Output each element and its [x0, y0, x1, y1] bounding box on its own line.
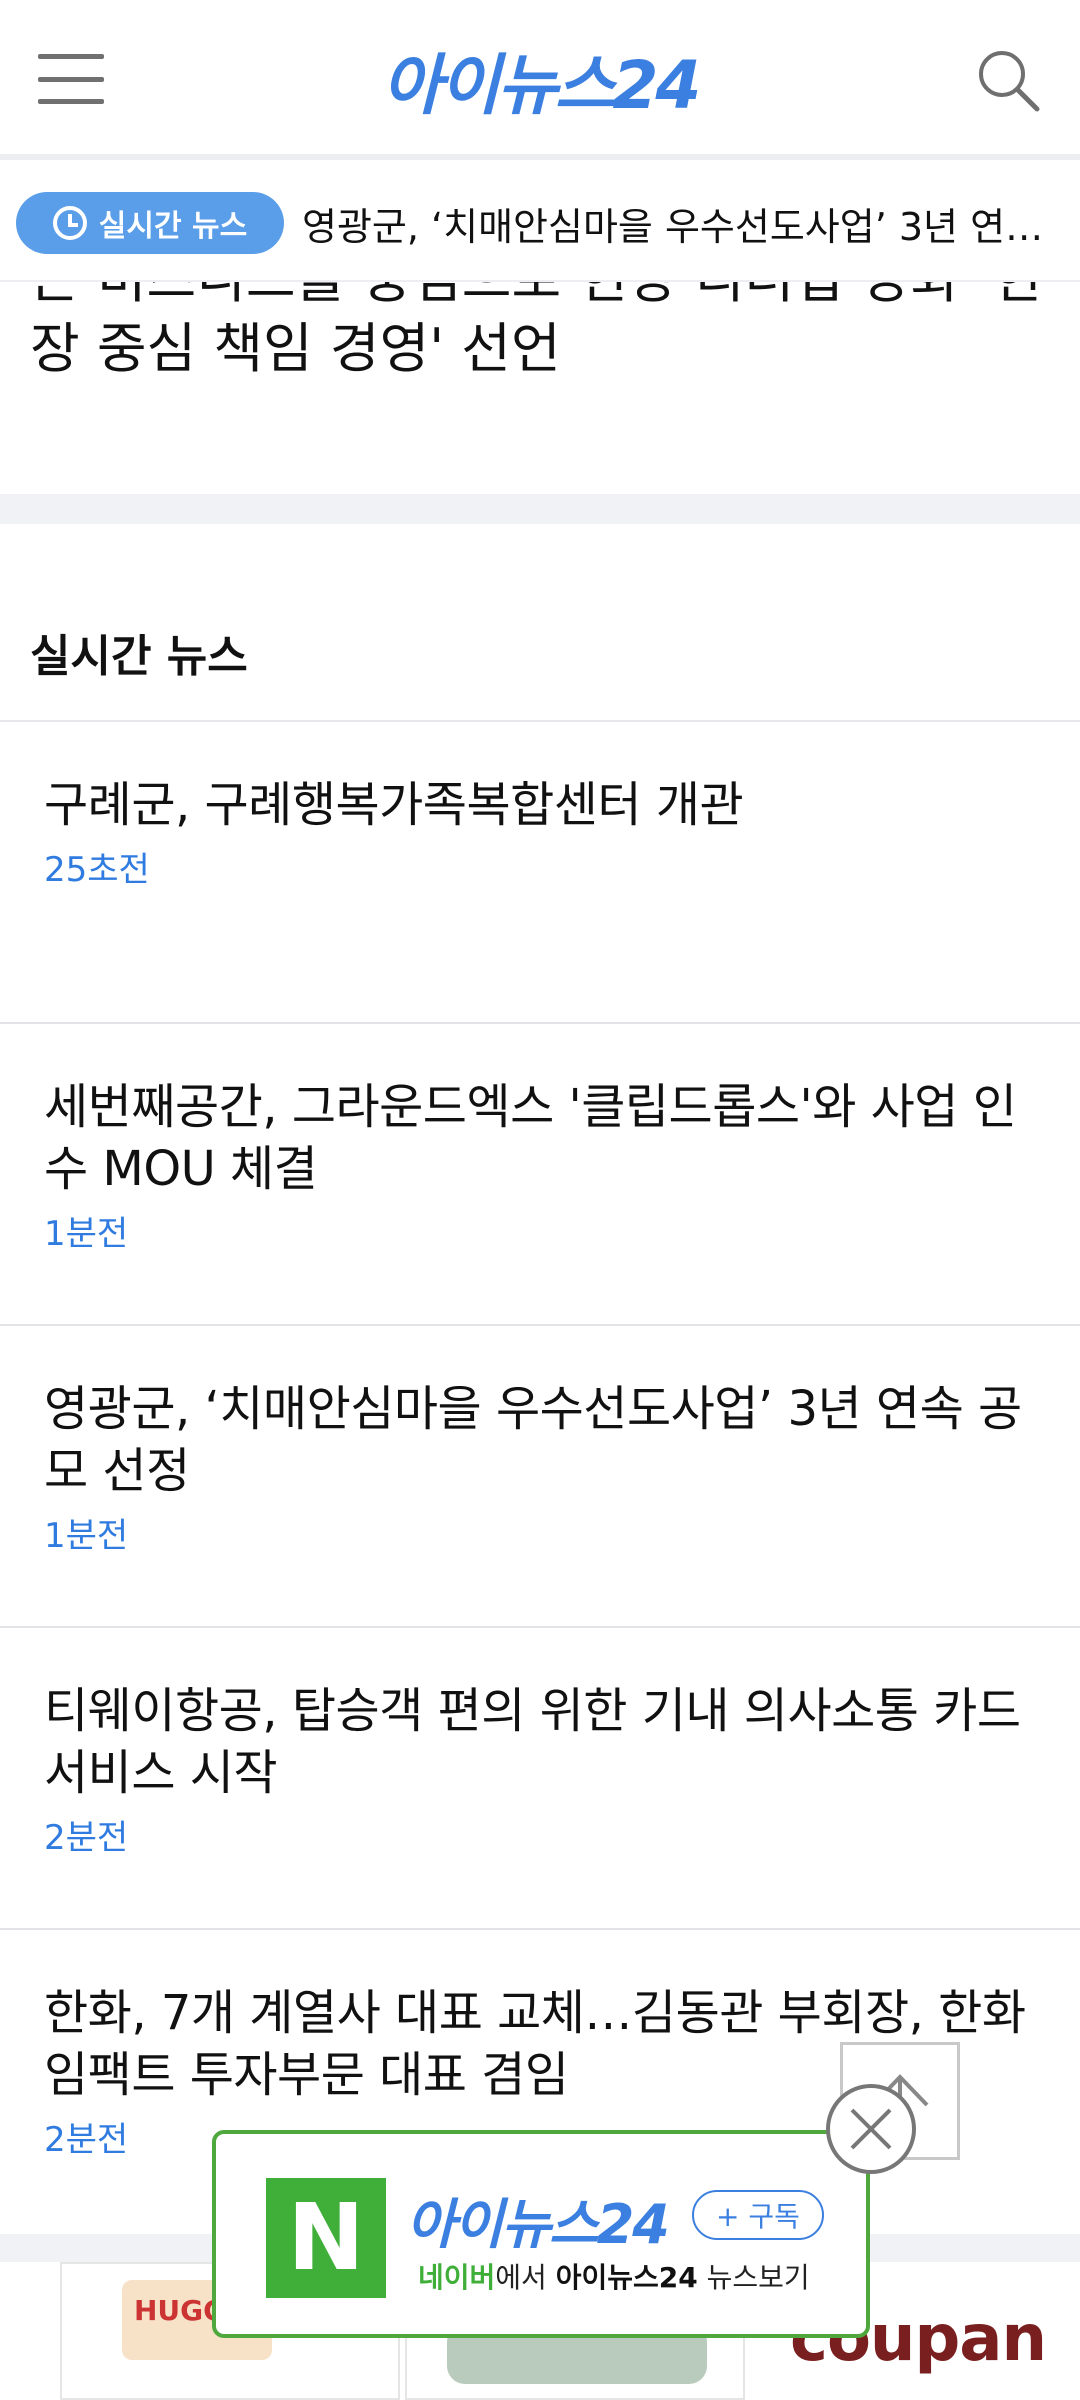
news-title[interactable]: 세번째공간, 그라운드엑스 '클립드롭스'와 사업 인수 MOU 체결 — [44, 1076, 1036, 1200]
section-divider — [0, 494, 1080, 524]
news-item[interactable]: 티웨이항공, 탑승객 편의 위한 기내 의사소통 카드 서비스 시작 2분전 — [0, 1628, 1080, 1930]
news-time: 1분전 — [44, 1516, 129, 1556]
search-icon[interactable] — [974, 46, 1042, 114]
close-icon — [850, 2108, 892, 2150]
news-title[interactable]: 티웨이항공, 탑승객 편의 위한 기내 의사소통 카드 서비스 시작 — [44, 1680, 1036, 1804]
news-title[interactable]: 구례군, 구례행복가족복합센터 개관 — [44, 774, 1036, 836]
section-title: 실시간 뉴스 — [30, 631, 248, 682]
badge-label: 실시간 뉴스 — [98, 209, 248, 244]
news-item[interactable]: 구례군, 구례행복가족복합센터 개관 25초전 — [0, 722, 1080, 1024]
clock-icon — [52, 206, 87, 240]
desc-text-end: 뉴스보기 — [697, 2261, 810, 2294]
news-time: 2분전 — [44, 1818, 129, 1858]
ticker-headline[interactable]: 영광군, ‘치매안심마을 우수선도사업’ 3년 연속 공모 선정 — [302, 196, 1072, 251]
news-item[interactable]: 영광군, ‘치매안심마을 우수선도사업’ 3년 연속 공모 선정 1분전 — [0, 1326, 1080, 1628]
naver-logo-icon: N — [266, 2178, 386, 2298]
realtime-news-ticker[interactable]: 실시간 뉴스 영광군, ‘치매안심마을 우수선도사업’ 3년 연속 공모 선정 — [0, 166, 1080, 282]
news-time: 1분전 — [44, 1214, 129, 1254]
article-headline-partial[interactable]: 는 비즈니스를 중심으로 현장 리더십 강화 '현장 중심 책임 경영' 선언 — [0, 282, 1080, 494]
news-title[interactable]: 영광군, ‘치매안심마을 우수선도사업’ 3년 연속 공모 선정 — [44, 1378, 1036, 1502]
realtime-news-list: 구례군, 구례행복가족복합센터 개관 25초전 세번째공간, 그라운드엑스 '클… — [0, 722, 1080, 2260]
app-header: 아이뉴스24 — [0, 0, 1080, 160]
close-popup-button[interactable] — [826, 2084, 916, 2174]
article-title[interactable]: 는 비즈니스를 중심으로 현장 리더십 강화 '현장 중심 책임 경영' 선언 — [30, 282, 1050, 384]
popup-description: 네이버에서 아이뉴스24 뉴스보기 — [418, 2256, 810, 2296]
naver-text: 네이버 — [418, 2261, 496, 2294]
news-time: 25초전 — [44, 850, 150, 890]
popup-brand: 아이뉴스24 — [406, 2193, 670, 2256]
realtime-news-badge[interactable]: 실시간 뉴스 — [16, 192, 284, 254]
news-item[interactable]: 세번째공간, 그라운드엑스 '클립드롭스'와 사업 인수 MOU 체결 1분전 — [0, 1024, 1080, 1326]
naver-subscribe-popup[interactable]: N 아이뉴스24 + 구독 네이버에서 아이뉴스24 뉴스보기 — [212, 2130, 870, 2338]
desc-text: 에서 — [495, 2261, 556, 2294]
brand-text: 아이뉴스24 — [555, 2261, 698, 2294]
subscribe-button[interactable]: + 구독 — [692, 2190, 824, 2240]
site-logo[interactable]: 아이뉴스24 — [0, 32, 1080, 128]
